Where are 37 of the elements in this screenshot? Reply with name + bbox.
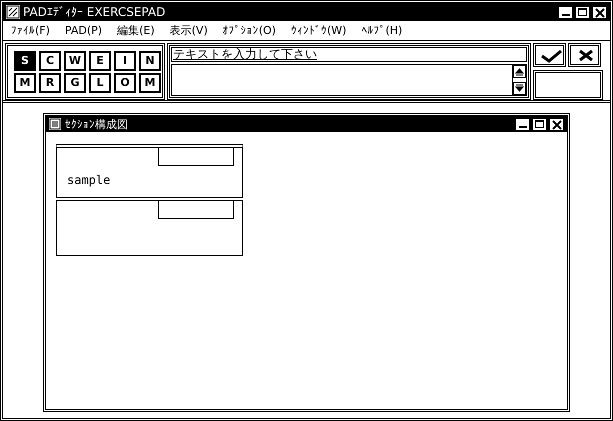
- menu-item[interactable]: ｳｨﾝﾄﾞｳ(W): [290, 25, 346, 36]
- text-area[interactable]: [171, 64, 527, 96]
- check-icon[interactable]: [533, 43, 566, 67]
- menu-item[interactable]: 編集(E): [117, 25, 155, 36]
- toolbar-button[interactable]: N: [139, 50, 161, 70]
- cancel-icon[interactable]: [568, 43, 601, 67]
- toolbar-button[interactable]: L: [89, 72, 111, 92]
- menu-item[interactable]: PAD(P): [64, 25, 102, 36]
- maximize-button[interactable]: [575, 6, 590, 18]
- child-window-title: ｾｸｼｮﾝ構成図: [65, 118, 129, 130]
- toolbar-button[interactable]: R: [39, 72, 61, 92]
- toolbar-button[interactable]: C: [39, 50, 61, 70]
- text-input[interactable]: テキストを入力して下さい: [171, 47, 527, 62]
- status-box: [533, 70, 603, 100]
- menu-item[interactable]: ﾍﾙﾌﾟ(H): [361, 25, 402, 36]
- maximize-button[interactable]: [532, 118, 547, 130]
- minimize-button[interactable]: [515, 118, 530, 130]
- close-button[interactable]: [549, 118, 564, 130]
- section-block[interactable]: sample: [56, 144, 243, 198]
- scroll-down-icon[interactable]: [513, 82, 526, 95]
- close-button[interactable]: [592, 6, 607, 18]
- toolbar-button[interactable]: M: [139, 72, 161, 92]
- toolbar-button[interactable]: G: [64, 72, 86, 92]
- window-title: PADｴﾃﾞｨﾀｰ EXERCSEPAD: [23, 6, 166, 18]
- menu-item[interactable]: ｵﾌﾟｼｮﾝ(O): [222, 25, 276, 36]
- scroll-up-icon[interactable]: [513, 65, 526, 78]
- minimize-button[interactable]: [558, 6, 573, 18]
- toolbar-button[interactable]: E: [89, 50, 111, 70]
- toolbar-button[interactable]: M: [14, 72, 36, 92]
- toolbar-button[interactable]: O: [114, 72, 136, 92]
- toolbar-button[interactable]: S: [14, 50, 36, 70]
- menu-item[interactable]: ﾌｧｲﾙ(F): [11, 25, 50, 36]
- toolbar-button[interactable]: I: [114, 50, 136, 70]
- toolbar-button[interactable]: W: [64, 50, 86, 70]
- menu-item[interactable]: 表示(V): [170, 25, 208, 36]
- section-block[interactable]: [56, 200, 243, 256]
- section-label: sample: [67, 174, 110, 186]
